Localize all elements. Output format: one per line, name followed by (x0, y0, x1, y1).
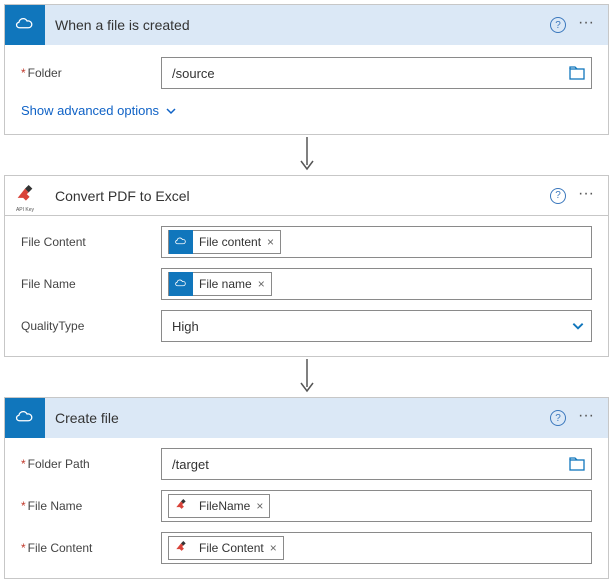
file-name-token[interactable]: FileName × (168, 494, 270, 518)
folder-picker-icon[interactable] (569, 457, 585, 471)
quality-select[interactable]: High (161, 310, 592, 342)
file-content-input[interactable]: File Content × (161, 532, 592, 564)
trigger-card: When a file is created ? ··· Folder /sou… (4, 4, 609, 135)
file-name-input[interactable]: FileName × (161, 490, 592, 522)
help-icon[interactable]: ? (550, 188, 566, 204)
file-name-label: File Name (21, 499, 161, 513)
convert-title: Convert PDF to Excel (45, 188, 550, 204)
folder-value: /source (172, 66, 215, 81)
apikey-connector-icon (169, 494, 193, 518)
folder-picker-icon[interactable] (569, 66, 585, 80)
file-content-token[interactable]: File Content × (168, 536, 284, 560)
remove-token-icon[interactable]: × (267, 235, 274, 249)
more-menu[interactable]: ··· (578, 15, 594, 35)
file-content-token[interactable]: File content × (168, 230, 281, 254)
file-content-input[interactable]: File content × (161, 226, 592, 258)
chevron-down-icon (165, 105, 177, 117)
flow-arrow (4, 135, 609, 175)
quality-label: QualityType (21, 319, 161, 333)
more-menu[interactable]: ··· (578, 408, 594, 428)
file-name-token[interactable]: File name × (168, 272, 272, 296)
file-name-label: File Name (21, 277, 161, 291)
create-file-title: Create file (45, 410, 550, 426)
remove-token-icon[interactable]: × (256, 499, 263, 513)
remove-token-icon[interactable]: × (270, 541, 277, 555)
onedrive-icon (5, 398, 45, 438)
create-file-header[interactable]: Create file ? ··· (5, 398, 608, 438)
create-file-card: Create file ? ··· Folder Path /target Fi… (4, 397, 609, 579)
trigger-header[interactable]: When a file is created ? ··· (5, 5, 608, 45)
file-content-label: File Content (21, 541, 161, 555)
apikey-connector-icon: API Key (5, 176, 45, 216)
folder-path-input[interactable]: /target (161, 448, 592, 480)
convert-header[interactable]: API Key Convert PDF to Excel ? ··· (5, 176, 608, 216)
remove-token-icon[interactable]: × (258, 277, 265, 291)
onedrive-icon (169, 230, 193, 254)
help-icon[interactable]: ? (550, 17, 566, 33)
onedrive-icon (169, 272, 193, 296)
chevron-down-icon (571, 319, 585, 333)
show-advanced-link[interactable]: Show advanced options (21, 99, 177, 122)
onedrive-icon (5, 5, 45, 45)
folder-path-label: Folder Path (21, 457, 161, 471)
trigger-title: When a file is created (45, 17, 550, 33)
folder-label: Folder (21, 66, 161, 80)
apikey-connector-icon (169, 536, 193, 560)
convert-card: API Key Convert PDF to Excel ? ··· File … (4, 175, 609, 357)
help-icon[interactable]: ? (550, 410, 566, 426)
file-name-input[interactable]: File name × (161, 268, 592, 300)
more-menu[interactable]: ··· (578, 186, 594, 206)
file-content-label: File Content (21, 235, 161, 249)
flow-arrow (4, 357, 609, 397)
folder-input[interactable]: /source (161, 57, 592, 89)
